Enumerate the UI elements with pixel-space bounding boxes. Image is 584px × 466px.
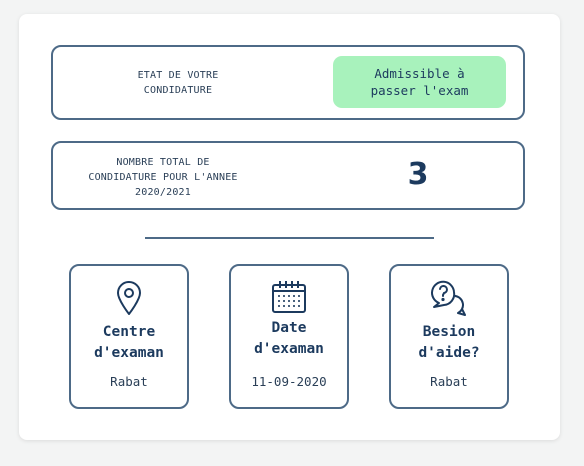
exam-date-value: 11-09-2020 [251,374,327,389]
calendar-icon [231,280,347,316]
exam-date-title: Date d'examan [254,320,324,357]
exam-date-tile[interactable]: Date d'examan 11-09-2020 [229,264,349,409]
help-chat-icon [391,280,507,316]
exam-center-title: Centre d'examan [94,324,164,361]
application-status-label: ETAT DE VOTRE CONDIDATURE [137,70,219,96]
total-applications-panel: NOMBRE TOTAL DE CONDIDATURE POUR L'ANNEE… [51,141,525,210]
help-title: Besion d'aide? [418,324,480,361]
help-value: Rabat [430,374,468,389]
total-applications-value: 3 [407,157,429,192]
exam-center-value: Rabat [110,374,148,389]
dashboard-card: ETAT DE VOTRE CONDIDATURE Admissible à p… [19,14,560,440]
exam-center-tile[interactable]: Centre d'examan Rabat [69,264,189,409]
help-tile[interactable]: Besion d'aide? Rabat [389,264,509,409]
location-pin-icon [71,280,187,316]
total-applications-label: NOMBRE TOTAL DE CONDIDATURE POUR L'ANNEE… [88,157,238,198]
divider [145,237,434,239]
application-status-panel: ETAT DE VOTRE CONDIDATURE Admissible à p… [51,45,525,120]
application-status-badge: Admissible à passer l'exam [333,56,506,108]
